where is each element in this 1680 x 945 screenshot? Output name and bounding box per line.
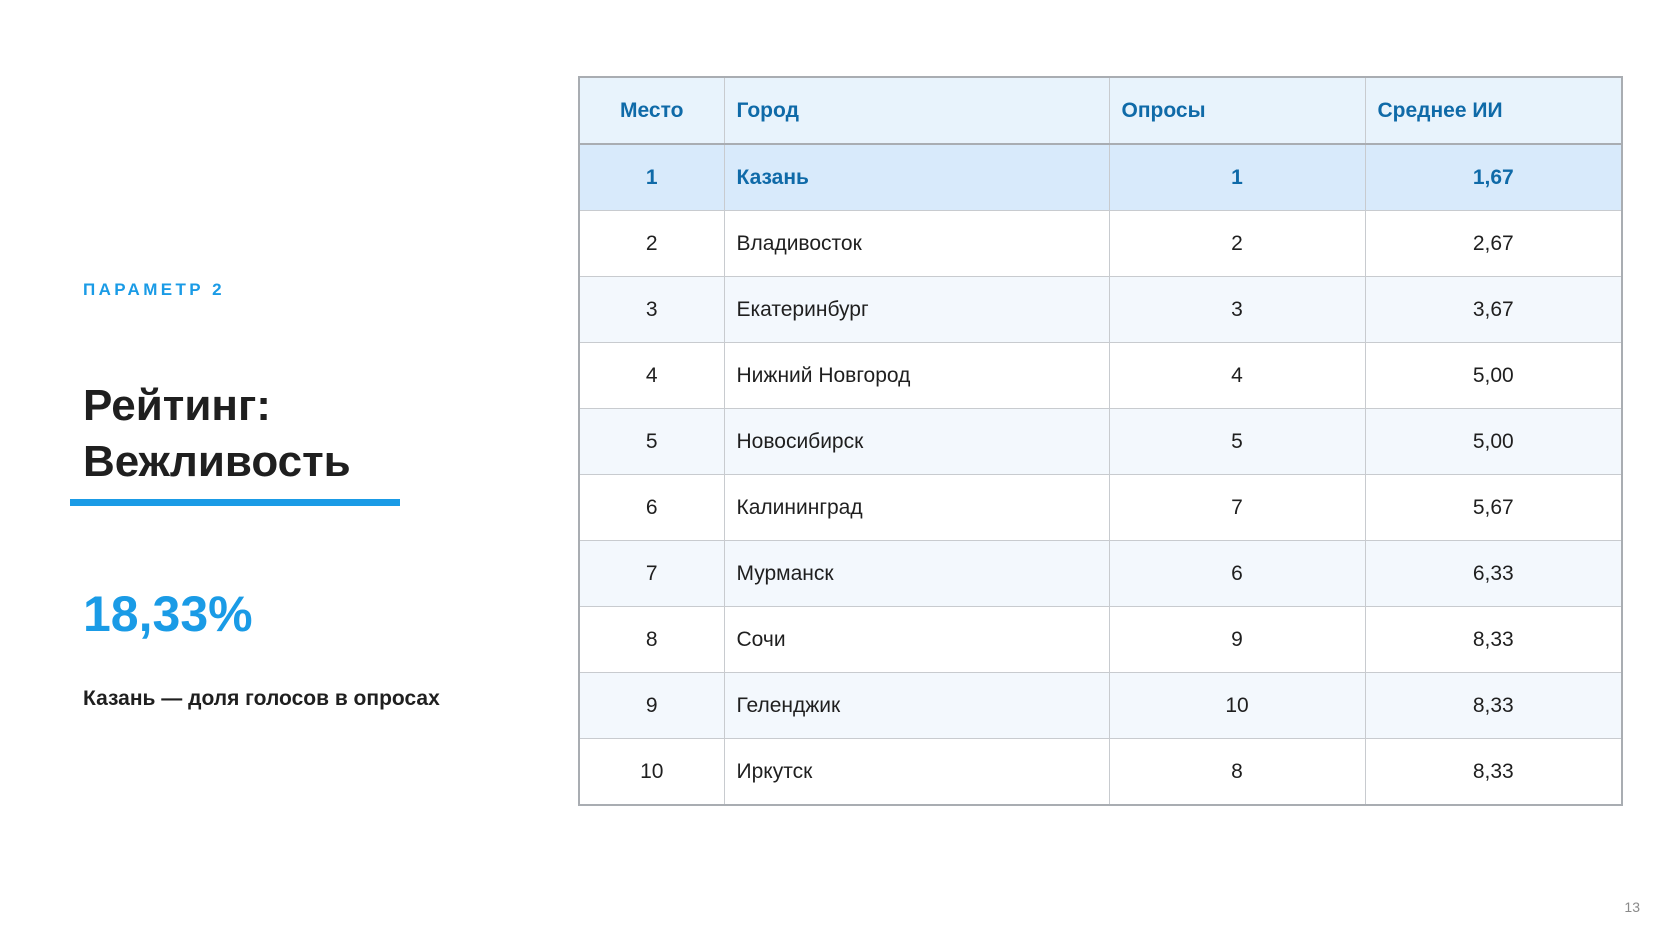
header-avg: Среднее ИИ	[1364, 76, 1623, 145]
table-row: 8 Сочи 9 8,33	[578, 606, 1623, 673]
table-row: 6 Калининград 7 5,67	[578, 474, 1623, 541]
table-row: 10 Иркутск 8 8,33	[578, 738, 1623, 806]
cell-avg: 5,67	[1364, 474, 1623, 541]
stat-value: 18,33%	[83, 586, 253, 642]
table-row: 9 Геленджик 10 8,33	[578, 672, 1623, 739]
cell-polls: 1	[1108, 143, 1366, 211]
cell-place: 2	[578, 210, 725, 277]
cell-city: Сочи	[723, 606, 1110, 673]
cell-place: 6	[578, 474, 725, 541]
title-line-2: Вежливость	[83, 437, 351, 486]
cell-polls: 7	[1108, 474, 1366, 541]
cell-place: 4	[578, 342, 725, 409]
table-row: 7 Мурманск 6 6,33	[578, 540, 1623, 607]
table-row: 2 Владивосток 2 2,67	[578, 210, 1623, 277]
title-underline	[70, 499, 400, 506]
rating-table: Место Город Опросы Среднее ИИ 1 Казань 1…	[578, 76, 1623, 806]
cell-city: Нижний Новгород	[723, 342, 1110, 409]
header-row: Место Город Опросы Среднее ИИ	[578, 76, 1623, 145]
cell-avg: 8,33	[1364, 606, 1623, 673]
cell-polls: 2	[1108, 210, 1366, 277]
header-city: Город	[723, 76, 1110, 145]
header-place: Место	[578, 76, 725, 145]
table-body: 1 Казань 1 1,67 2 Владивосток 2 2,67 3 Е…	[578, 143, 1623, 806]
cell-avg: 8,33	[1364, 672, 1623, 739]
table-row: 4 Нижний Новгород 4 5,00	[578, 342, 1623, 409]
table-header: Место Город Опросы Среднее ИИ	[578, 76, 1623, 145]
cell-avg: 1,67	[1364, 143, 1623, 211]
stat-caption: Казань — доля голосов в опросах	[83, 687, 440, 710]
cell-place: 3	[578, 276, 725, 343]
page-number: 13	[1624, 899, 1640, 915]
title-line-1: Рейтинг:	[83, 381, 271, 430]
cell-place: 9	[578, 672, 725, 739]
cell-city: Мурманск	[723, 540, 1110, 607]
cell-avg: 2,67	[1364, 210, 1623, 277]
cell-city: Новосибирск	[723, 408, 1110, 475]
cell-avg: 5,00	[1364, 408, 1623, 475]
cell-avg: 5,00	[1364, 342, 1623, 409]
page-title: Рейтинг: Вежливость	[83, 378, 351, 490]
cell-polls: 3	[1108, 276, 1366, 343]
left-panel: ПАРАМЕТР 2 Рейтинг: Вежливость 18,33% Ка…	[0, 0, 560, 945]
table-row-highlighted: 1 Казань 1 1,67	[578, 143, 1623, 211]
cell-city: Казань	[723, 143, 1110, 211]
cell-avg: 6,33	[1364, 540, 1623, 607]
cell-place: 5	[578, 408, 725, 475]
cell-polls: 6	[1108, 540, 1366, 607]
cell-avg: 8,33	[1364, 738, 1623, 806]
table-row: 5 Новосибирск 5 5,00	[578, 408, 1623, 475]
cell-avg: 3,67	[1364, 276, 1623, 343]
cell-polls: 4	[1108, 342, 1366, 409]
cell-polls: 5	[1108, 408, 1366, 475]
parameter-label: ПАРАМЕТР 2	[83, 280, 226, 299]
table-row: 3 Екатеринбург 3 3,67	[578, 276, 1623, 343]
cell-place: 1	[578, 143, 725, 211]
cell-polls: 8	[1108, 738, 1366, 806]
cell-city: Геленджик	[723, 672, 1110, 739]
cell-place: 7	[578, 540, 725, 607]
cell-city: Екатеринбург	[723, 276, 1110, 343]
cell-city: Иркутск	[723, 738, 1110, 806]
cell-city: Владивосток	[723, 210, 1110, 277]
cell-polls: 9	[1108, 606, 1366, 673]
cell-polls: 10	[1108, 672, 1366, 739]
cell-place: 8	[578, 606, 725, 673]
cell-city: Калининград	[723, 474, 1110, 541]
cell-place: 10	[578, 738, 725, 806]
header-polls: Опросы	[1108, 76, 1366, 145]
